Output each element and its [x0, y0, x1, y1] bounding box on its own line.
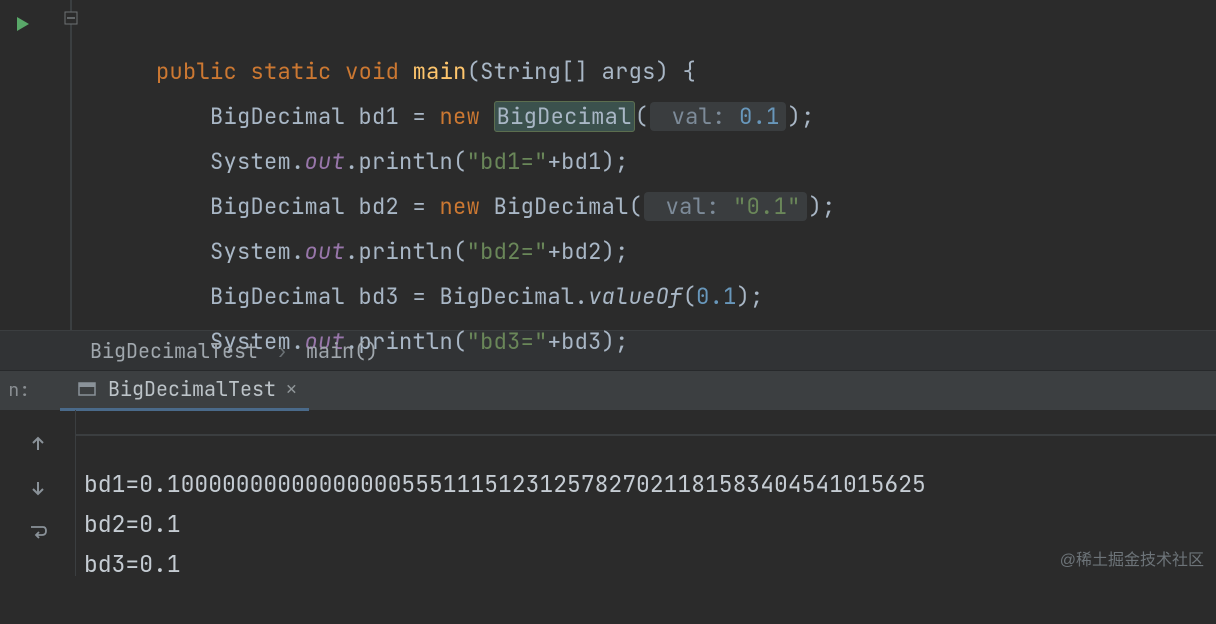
- run-gutter-icon[interactable]: [15, 10, 31, 39]
- run-config-icon: [78, 375, 98, 404]
- run-label: n:: [0, 379, 30, 402]
- code-editor[interactable]: public static void main(String[] args) {…: [0, 0, 1216, 330]
- scroll-down-icon[interactable]: [29, 466, 47, 510]
- run-tab[interactable]: BigDecimalTest ✕: [60, 371, 309, 411]
- soft-wrap-icon[interactable]: [28, 510, 48, 554]
- console-divider: [76, 434, 1216, 436]
- fold-toggle-icon[interactable]: [64, 3, 78, 32]
- close-icon[interactable]: ✕: [286, 378, 297, 401]
- fold-guide-line: [70, 0, 72, 330]
- code-content[interactable]: public static void main(String[] args) {…: [46, 0, 836, 330]
- console-line: bd3=0.1: [84, 549, 181, 579]
- run-toolwindow-bar: n: BigDecimalTest ✕: [0, 370, 1216, 410]
- watermark-text: @稀土掘金技术社区: [1060, 546, 1204, 570]
- breadcrumb-method[interactable]: main(): [306, 338, 378, 364]
- scroll-up-icon[interactable]: [29, 422, 47, 466]
- console-line: bd2=0.1: [84, 509, 181, 539]
- breadcrumb-class[interactable]: BigDecimalTest: [90, 338, 258, 364]
- console-toolbar: [0, 410, 76, 576]
- breadcrumb-separator-icon: ›: [276, 338, 288, 364]
- editor-gutter: [0, 0, 46, 330]
- run-tab-title: BigDecimalTest: [108, 376, 276, 402]
- console-line: bd1=0.1000000000000000055511151231257827…: [84, 469, 926, 499]
